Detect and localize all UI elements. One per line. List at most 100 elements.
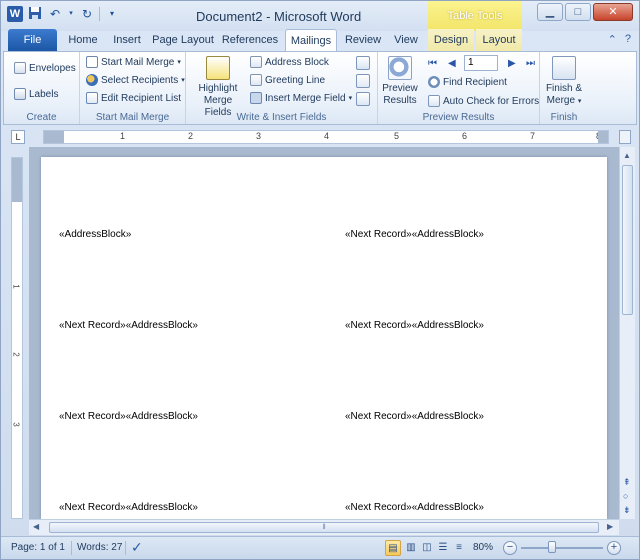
- word-logo-icon[interactable]: W: [7, 6, 23, 22]
- save-icon[interactable]: [27, 6, 43, 22]
- table-tools-header: Table Tools: [428, 1, 522, 31]
- zoom-in-icon[interactable]: +: [607, 541, 621, 555]
- tab-review[interactable]: Review: [341, 29, 385, 51]
- label-cell[interactable]: «Next Record»«AddressBlock»: [59, 502, 198, 513]
- zoom-out-icon[interactable]: −: [503, 541, 517, 555]
- group-preview-results: Preview Results ⏮ ◀ 1 ▶ ⏭ Find Recipient…: [378, 52, 540, 124]
- find-recipient-button[interactable]: Find Recipient: [428, 76, 507, 88]
- horizontal-ruler[interactable]: 1 2 3 4 5 6 7 8: [43, 130, 609, 144]
- dropdown-arrow-icon: ▾: [181, 77, 185, 84]
- update-labels-icon[interactable]: [356, 92, 370, 106]
- tab-selector-button[interactable]: L: [11, 130, 25, 144]
- close-button[interactable]: ✕: [593, 3, 633, 21]
- window-controls: ▁ □ ✕: [537, 3, 633, 21]
- tab-page-layout[interactable]: Page Layout: [151, 29, 215, 51]
- view-ruler-icon[interactable]: [619, 130, 631, 144]
- tab-mailings[interactable]: Mailings: [285, 29, 337, 52]
- scroll-right-icon[interactable]: ▶: [607, 522, 613, 531]
- vertical-scrollbar[interactable]: ▲ ⇞ ○ ⇟: [619, 147, 635, 519]
- insert-merge-field-button[interactable]: Insert Merge Field ▾: [250, 92, 352, 104]
- label-cell[interactable]: «Next Record»«AddressBlock»: [59, 411, 198, 422]
- preview-line2: Results: [383, 95, 417, 106]
- envelopes-label: Envelopes: [29, 62, 76, 74]
- group-start-mail-merge: Start Mail Merge ▾ Select Recipients ▾ E…: [80, 52, 186, 124]
- ruler-number: 3: [256, 131, 262, 141]
- first-record-icon[interactable]: ⏮: [428, 58, 437, 69]
- highlight-merge-fields-button[interactable]: Highlight Merge Fields: [190, 56, 246, 119]
- print-layout-view-icon[interactable]: ▤: [385, 540, 401, 556]
- page-count[interactable]: Page: 1 of 1: [11, 542, 65, 553]
- tab-home[interactable]: Home: [63, 29, 103, 51]
- label-cell[interactable]: «Next Record»«AddressBlock»: [59, 320, 198, 331]
- help-icon[interactable]: ?: [625, 33, 631, 46]
- tab-file[interactable]: File: [8, 29, 57, 51]
- preview-results-button[interactable]: Preview Results: [380, 56, 420, 107]
- next-record-icon[interactable]: ▶: [508, 58, 516, 69]
- address-block-button[interactable]: Address Block: [250, 56, 329, 68]
- label-cell[interactable]: «AddressBlock»: [59, 229, 131, 240]
- auto-check-errors-button[interactable]: Auto Check for Errors: [428, 95, 539, 107]
- redo-icon[interactable]: ↻: [79, 6, 95, 22]
- customize-qat-icon[interactable]: ▾: [104, 6, 120, 22]
- address-block-label: Address Block: [265, 56, 329, 68]
- tab-references[interactable]: References: [219, 29, 281, 51]
- label-cell[interactable]: «Next Record»«AddressBlock»: [345, 320, 484, 331]
- zoom-slider[interactable]: [521, 547, 603, 549]
- full-screen-reading-view-icon[interactable]: ▥: [403, 540, 419, 556]
- tab-insert[interactable]: Insert: [107, 29, 147, 51]
- tab-layout[interactable]: Layout: [476, 29, 522, 51]
- label-cell[interactable]: «Next Record»«AddressBlock»: [345, 502, 484, 513]
- recipients-icon: [86, 74, 98, 86]
- undo-icon[interactable]: ↶: [47, 6, 63, 22]
- ruler-number: 1: [120, 131, 126, 141]
- zoom-level[interactable]: 80%: [473, 542, 493, 553]
- undo-dropdown-icon[interactable]: ▾: [67, 6, 75, 22]
- vertical-scroll-thumb[interactable]: [622, 165, 633, 315]
- tab-view[interactable]: View: [389, 29, 423, 51]
- highlight-line1: Highlight: [198, 83, 238, 94]
- select-recipients-button[interactable]: Select Recipients ▾: [86, 74, 185, 86]
- envelopes-button[interactable]: Envelopes: [14, 62, 76, 74]
- match-fields-icon[interactable]: [356, 74, 370, 88]
- word-count[interactable]: Words: 27: [77, 542, 122, 553]
- previous-page-icon[interactable]: ⇞: [623, 477, 631, 488]
- labels-button[interactable]: Labels: [14, 88, 58, 100]
- ruler-right-margin: [598, 131, 608, 143]
- rules-icon[interactable]: [356, 56, 370, 70]
- horizontal-scroll-thumb[interactable]: ⦀: [49, 522, 599, 533]
- last-record-icon[interactable]: ⏭: [526, 58, 535, 69]
- finish-merge-button[interactable]: Finish & Merge ▾: [542, 56, 586, 108]
- vertical-ruler[interactable]: 1 2 3: [11, 157, 23, 519]
- edit-recipient-list-button[interactable]: Edit Recipient List: [86, 92, 181, 104]
- draft-view-icon[interactable]: ≡: [451, 540, 467, 556]
- minimize-ribbon-icon[interactable]: ⌃: [608, 33, 617, 46]
- labels-icon: [14, 88, 26, 100]
- maximize-button[interactable]: □: [565, 3, 591, 21]
- previous-record-icon[interactable]: ◀: [448, 58, 456, 69]
- group-preview-results-label: Preview Results: [422, 112, 495, 123]
- tab-design[interactable]: Design: [428, 29, 474, 51]
- scroll-left-icon[interactable]: ◀: [33, 522, 39, 531]
- label-cell[interactable]: «Next Record»«AddressBlock»: [345, 229, 484, 240]
- record-number-input[interactable]: 1: [464, 55, 498, 71]
- next-page-icon[interactable]: ⇟: [623, 505, 631, 516]
- preview-icon: [388, 56, 412, 80]
- web-layout-view-icon[interactable]: ◫: [419, 540, 435, 556]
- start-mail-merge-label: Start Mail Merge: [101, 56, 175, 68]
- minimize-button[interactable]: ▁: [537, 3, 563, 21]
- finish-line1: Finish &: [545, 83, 583, 94]
- start-mail-merge-button[interactable]: Start Mail Merge ▾: [86, 56, 181, 68]
- group-start-mail-merge-label: Start Mail Merge: [95, 112, 170, 123]
- greeting-line-button[interactable]: Greeting Line: [250, 74, 325, 86]
- find-recipient-icon: [428, 76, 440, 88]
- greeting-line-icon: [250, 74, 262, 86]
- outline-view-icon[interactable]: ☰: [435, 540, 451, 556]
- zoom-slider-thumb[interactable]: [548, 541, 556, 553]
- select-browse-object-icon[interactable]: ○: [623, 491, 628, 501]
- vruler-number: 1: [11, 284, 21, 289]
- document-page[interactable]: «AddressBlock» «Next Record»«AddressBloc…: [41, 157, 607, 519]
- label-cell[interactable]: «Next Record»«AddressBlock»: [345, 411, 484, 422]
- scroll-up-icon[interactable]: ▲: [623, 151, 631, 160]
- proofing-icon[interactable]: ✓: [131, 539, 143, 556]
- horizontal-scrollbar[interactable]: ◀ ⦀ ▶: [29, 519, 619, 535]
